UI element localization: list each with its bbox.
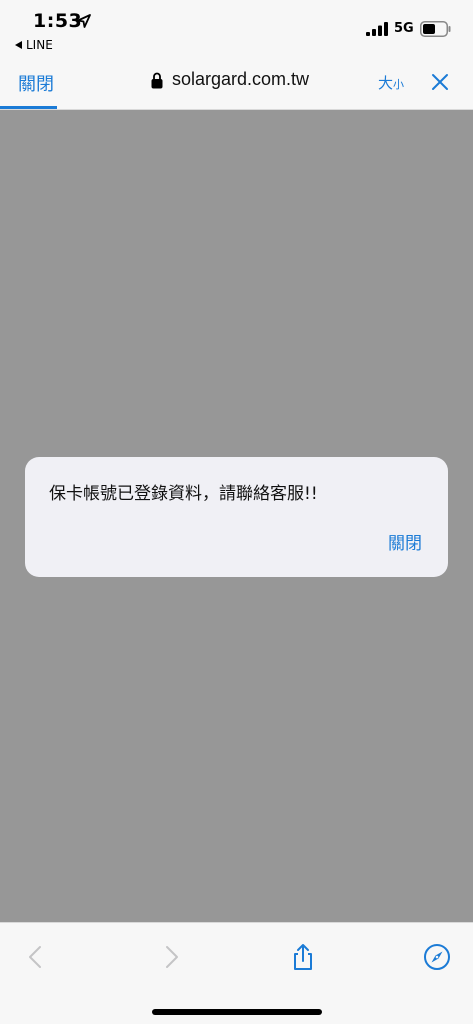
in-app-browser-header: 關閉 solargard.com.tw 大小 — [0, 58, 473, 110]
close-browser-link[interactable]: 關閉 — [18, 70, 54, 96]
text-size-big: 大 — [378, 74, 394, 92]
battery-icon — [420, 21, 451, 37]
network-type: 5G — [394, 21, 414, 36]
browser-toolbar — [0, 922, 473, 1024]
cellular-signal-icon — [366, 22, 388, 36]
chevron-right-icon[interactable] — [157, 943, 185, 971]
close-tab-indicator — [0, 106, 57, 109]
location-arrow-icon — [77, 14, 91, 28]
text-size-small: 小 — [393, 78, 405, 91]
alert-message: 保卡帳號已登錄資料，請聯絡客服!! — [49, 484, 318, 504]
back-app-label: LINE — [26, 38, 53, 52]
home-indicator[interactable] — [152, 1009, 322, 1015]
close-icon[interactable] — [430, 72, 450, 92]
back-to-app-link[interactable]: LINE — [15, 38, 53, 52]
lock-icon — [151, 72, 163, 89]
back-triangle-icon — [15, 41, 22, 49]
alert-close-button[interactable]: 關閉 — [388, 529, 422, 554]
compass-icon[interactable] — [423, 943, 451, 971]
status-bar: 1:53 LINE 5G — [0, 0, 473, 58]
chevron-left-icon[interactable] — [22, 943, 50, 971]
page-url[interactable]: solargard.com.tw — [172, 69, 309, 90]
status-time: 1:53 — [33, 10, 83, 32]
share-icon[interactable] — [289, 943, 317, 971]
alert-dialog: 保卡帳號已登錄資料，請聯絡客服!! 關閉 — [25, 457, 448, 577]
text-size-button[interactable]: 大小 — [378, 72, 404, 93]
